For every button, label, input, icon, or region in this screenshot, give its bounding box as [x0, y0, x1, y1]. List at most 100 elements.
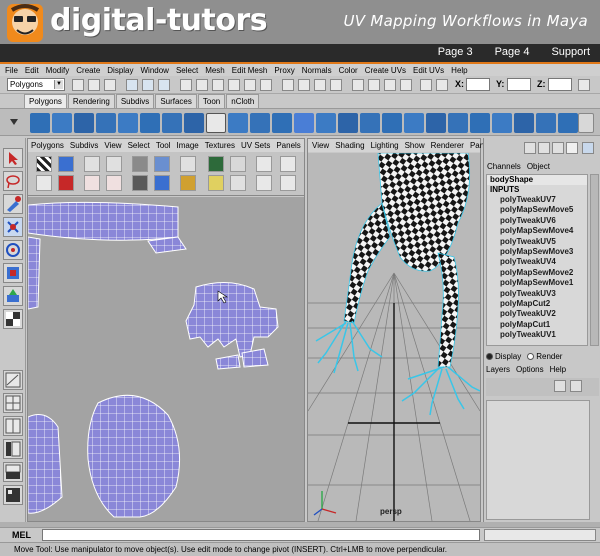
input-node-item[interactable]: polyTweakUV4 — [487, 257, 587, 267]
input-node-item[interactable]: polyTweakUV6 — [487, 216, 587, 226]
extract-icon[interactable] — [228, 113, 248, 133]
menu-modify[interactable]: Modify — [46, 66, 70, 75]
mirror-geometry-icon[interactable] — [272, 113, 292, 133]
select-surfaces-icon[interactable] — [244, 79, 256, 91]
unfold-uvs-icon[interactable] — [106, 156, 122, 172]
pixel-snap-icon[interactable] — [230, 175, 246, 191]
new-layer-from-selection-icon[interactable] — [570, 380, 582, 392]
channel-scrollbar[interactable] — [590, 174, 599, 346]
select-tool-icon[interactable] — [3, 148, 23, 168]
menu-set-dropdown[interactable]: Polygons ▼ — [7, 78, 65, 91]
uv-grid-icon[interactable] — [280, 156, 296, 172]
channels-menu[interactable]: Channels — [487, 162, 521, 171]
layout-uvs-icon[interactable] — [84, 156, 100, 172]
menu-help[interactable]: Help — [451, 66, 467, 75]
move-tool-icon[interactable] — [3, 217, 23, 237]
sidebar-toggle-icon[interactable] — [578, 79, 590, 91]
menu-file[interactable]: File — [5, 66, 18, 75]
lasso-tool-icon[interactable] — [3, 171, 23, 191]
input-node-item[interactable]: polyTweakUV1 — [487, 330, 587, 340]
two-pane-layout-icon[interactable] — [3, 416, 23, 436]
vp-menu-view[interactable]: View — [312, 141, 329, 150]
uv-menu-image[interactable]: Image — [177, 141, 199, 150]
bridge-icon[interactable] — [448, 113, 468, 133]
mel-command-input[interactable] — [42, 529, 480, 541]
layer-editor-toggle-icon[interactable] — [566, 142, 578, 154]
snap-plane-icon[interactable] — [330, 79, 342, 91]
outliner-layout-icon[interactable] — [3, 439, 23, 459]
input-node-item[interactable]: polyMapSewMove2 — [487, 268, 587, 278]
menu-color[interactable]: Color — [339, 66, 358, 75]
poly-sphere-icon[interactable] — [30, 113, 50, 133]
input-node-item[interactable]: polyTweakUV2 — [487, 309, 587, 319]
new-scene-icon[interactable] — [72, 79, 84, 91]
rotate-ccw-icon[interactable] — [84, 175, 100, 191]
menu-window[interactable]: Window — [141, 66, 169, 75]
merge-icon[interactable] — [470, 113, 490, 133]
new-layer-icon[interactable] — [554, 380, 566, 392]
uv-canvas[interactable] — [28, 197, 304, 521]
universal-manip-icon[interactable] — [3, 286, 23, 306]
history-icon[interactable] — [352, 79, 364, 91]
cut-uv-edges-icon[interactable] — [132, 175, 148, 191]
select-shell-icon[interactable] — [180, 156, 196, 172]
snap-curve-icon[interactable] — [298, 79, 310, 91]
bevel-icon[interactable] — [426, 113, 446, 133]
uv-menu-subdivs[interactable]: Subdivs — [70, 141, 98, 150]
append-polygon-icon[interactable] — [360, 113, 380, 133]
snap-grid-icon[interactable] — [282, 79, 294, 91]
shelf-tab-ncloth[interactable]: nCloth — [226, 94, 260, 108]
uv-menu-select[interactable]: Select — [128, 141, 150, 150]
rotate-cw-icon[interactable] — [106, 175, 122, 191]
offset-edge-loop-icon[interactable] — [514, 113, 534, 133]
select-component-icon[interactable] — [158, 79, 170, 91]
poly-cone-icon[interactable] — [96, 113, 116, 133]
move-sew-icon[interactable] — [180, 175, 196, 191]
nav-support-link[interactable]: Support — [551, 46, 590, 58]
select-deform-icon[interactable] — [260, 79, 272, 91]
isolate-select-icon[interactable] — [208, 156, 224, 172]
input-node-item[interactable]: polyMapSewMove1 — [487, 278, 587, 288]
input-node-item[interactable]: polyMapSewMove4 — [487, 226, 587, 236]
flip-uvs-icon[interactable] — [58, 156, 74, 172]
nav-page-4-link[interactable]: Page 4 — [495, 46, 530, 58]
menu-normals[interactable]: Normals — [302, 66, 332, 75]
input-line-icon[interactable] — [420, 79, 432, 91]
ipr-render-icon[interactable] — [384, 79, 396, 91]
move-left-icon[interactable] — [256, 156, 272, 172]
menu-mesh[interactable]: Mesh — [205, 66, 225, 75]
uv-menu-uv-sets[interactable]: UV Sets — [241, 141, 270, 150]
rotate-tool-icon[interactable] — [3, 240, 23, 260]
graph-layout-icon[interactable] — [3, 462, 23, 482]
cut-faces-icon[interactable] — [536, 113, 556, 133]
save-scene-icon[interactable] — [104, 79, 116, 91]
object-menu[interactable]: Object — [527, 162, 550, 171]
render-layer-radio[interactable]: Render — [527, 352, 562, 361]
shelf-tab-rendering[interactable]: Rendering — [67, 94, 115, 108]
separate-icon[interactable] — [184, 113, 204, 133]
uv-menu-tool[interactable]: Tool — [156, 141, 171, 150]
shelf-menu-icon[interactable] — [8, 115, 20, 131]
toggle-shaded-icon[interactable] — [230, 156, 246, 172]
select-object-icon[interactable] — [142, 79, 154, 91]
move-down-icon[interactable] — [256, 175, 272, 191]
menu-edit-uvs[interactable]: Edit UVs — [413, 66, 444, 75]
vp-menu-shading[interactable]: Shading — [335, 141, 364, 150]
poly-cube-icon[interactable] — [52, 113, 72, 133]
menu-edit[interactable]: Edit — [25, 66, 39, 75]
smooth-icon[interactable] — [206, 113, 226, 133]
render-frame-icon[interactable] — [368, 79, 380, 91]
viewport-canvas[interactable]: persp — [308, 153, 480, 521]
show-manip-icon[interactable] — [3, 309, 23, 329]
unitize-uvs-icon[interactable] — [36, 175, 52, 191]
nav-page-3-link[interactable]: Page 3 — [438, 46, 473, 58]
uv-menu-panels[interactable]: Panels — [276, 141, 300, 150]
image-range-icon[interactable] — [208, 175, 224, 191]
quadrangulate-icon[interactable] — [338, 113, 358, 133]
menu-create-uvs[interactable]: Create UVs — [365, 66, 406, 75]
tool-settings-toggle-icon[interactable] — [538, 142, 550, 154]
poly-plane-icon[interactable] — [118, 113, 138, 133]
shelf-scroll-icon[interactable] — [578, 113, 594, 133]
vp-menu-renderer[interactable]: Renderer — [431, 141, 464, 150]
poly-cylinder-icon[interactable] — [74, 113, 94, 133]
